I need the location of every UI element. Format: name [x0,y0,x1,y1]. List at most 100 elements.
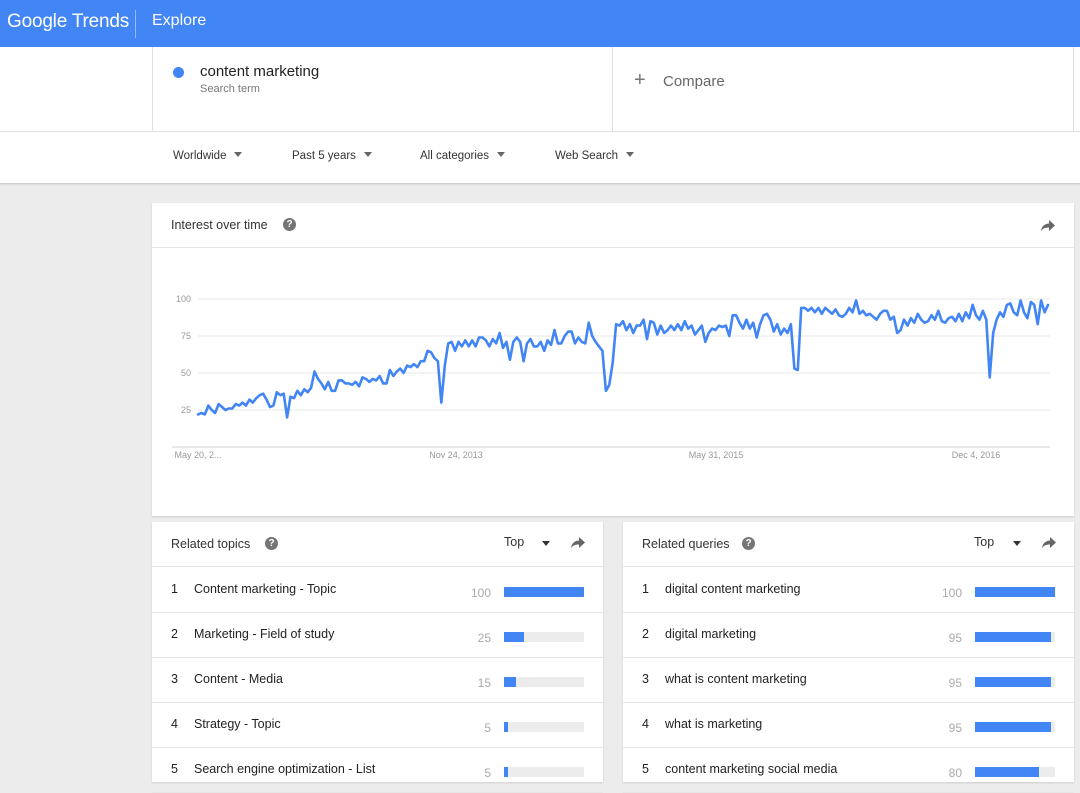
logo-trends-text: Trends [71,11,130,32]
filter-bar: Worldwide Past 5 years All categories We… [0,132,1080,184]
value-bar-fill [504,677,516,687]
list-item[interactable]: 5 Search engine optimization - List 5 [152,747,603,793]
google-trends-logo[interactable]: Google Trends [7,11,129,33]
list-item-value: 5 [484,766,491,780]
time-filter-label: Past 5 years [292,150,356,162]
value-bar-track [504,722,584,732]
time-filter-dropdown[interactable]: Past 5 years [292,150,372,162]
list-item-value: 80 [948,766,962,780]
help-icon[interactable]: ? [283,218,296,231]
list-item-label[interactable]: Search engine optimization - List [194,762,375,776]
list-item[interactable]: 1 Content marketing - Topic 100 [152,567,603,613]
value-bar-track [504,767,584,777]
list-item-rank: 1 [642,582,649,596]
list-item-label[interactable]: Content - Media [194,672,283,686]
search-term-sublabel: Search term [200,83,260,95]
value-bar-track [975,722,1055,732]
region-filter-dropdown[interactable]: Worldwide [173,150,243,162]
share-icon[interactable] [1040,219,1056,233]
list-item[interactable]: 4 Strategy - Topic 5 [152,702,603,748]
list-item-value: 95 [948,631,962,645]
dropdown-caret-icon [234,152,243,158]
chevron-down-icon[interactable] [1013,541,1021,546]
list-item-label[interactable]: Content marketing - Topic [194,582,336,596]
value-bar-fill [975,767,1039,777]
card-header: Related queries ? Top [623,522,1074,567]
value-bar-fill [975,677,1051,687]
dropdown-caret-icon [497,152,506,158]
series-line-content-marketing [196,299,1050,419]
list-item[interactable]: 4 what is marketing 95 [623,702,1074,748]
category-filter-label: All categories [420,150,490,162]
list-item-label[interactable]: content marketing social media [665,762,837,776]
compare-card[interactable]: + Compare [612,47,1074,131]
category-filter-dropdown[interactable]: All categories [420,150,506,162]
value-bar-track [975,587,1055,597]
list-item[interactable]: 5 content marketing social media 80 [623,747,1074,793]
list-item-label[interactable]: Marketing - Field of study [194,627,334,641]
list-item-value: 25 [477,631,491,645]
list-item[interactable]: 2 Marketing - Field of study 25 [152,612,603,658]
related-queries-title: Related queries [642,537,730,551]
sort-dropdown-label[interactable]: Top [974,535,994,549]
term-color-dot [173,67,184,78]
list-item-rank: 3 [642,672,649,686]
list-item-label[interactable]: Strategy - Topic [194,717,281,731]
list-item-value: 5 [484,721,491,735]
value-bar-track [504,632,584,642]
property-filter-dropdown[interactable]: Web Search [555,150,635,162]
share-icon[interactable] [1041,536,1057,550]
plus-icon: + [634,69,646,91]
help-icon[interactable]: ? [742,537,755,550]
list-item-label[interactable]: what is content marketing [665,672,807,686]
value-bar-track [504,677,584,687]
value-bar-fill [975,722,1051,732]
list-item-label[interactable]: digital content marketing [665,582,801,596]
chart-x-ticks: May 20, 2... Nov 24, 2013 May 31, 2015 Dec … [174,450,1000,460]
list-item-value: 15 [477,676,491,690]
interest-over-time-card: Interest over time ? 100 75 50 25 May 20, 2… [152,203,1074,516]
list-item-value: 95 [948,676,962,690]
list-item[interactable]: 3 Content - Media 15 [152,657,603,703]
logo-google-text: Google [7,11,68,32]
x-tick-label: Dec 4, 2016 [952,450,1001,460]
list-item-rank: 1 [171,582,178,596]
list-item-label[interactable]: digital marketing [665,627,756,641]
region-filter-label: Worldwide [173,150,227,162]
list-item-rank: 3 [171,672,178,686]
list-item[interactable]: 2 digital marketing 95 [623,612,1074,658]
top-app-bar: Google Trends Explore [0,0,1080,47]
search-terms-row: content marketing Search term + Compare [0,47,1080,132]
value-bar-fill [504,587,584,597]
list-item[interactable]: 3 what is content marketing 95 [623,657,1074,703]
y-tick-label: 25 [181,405,191,415]
related-topics-card: Related topics ? Top 1 Content marketing … [152,522,603,793]
card-header: Related topics ? Top [152,522,603,567]
list-item-rank: 4 [642,717,649,731]
value-bar-fill [504,767,508,777]
list-item-rank: 2 [171,627,178,641]
help-icon[interactable]: ? [265,537,278,550]
chevron-down-icon[interactable] [542,541,550,546]
value-bar-track [975,677,1055,687]
interest-line-chart[interactable]: 100 75 50 25 May 20, 2... Nov 24, 2013 May 31… [152,248,1074,516]
card-header: Interest over time ? [152,203,1074,248]
list-item-value: 95 [948,721,962,735]
dropdown-caret-icon [363,152,372,158]
nav-explore[interactable]: Explore [152,12,206,30]
list-item-rank: 4 [171,717,178,731]
search-term-input[interactable]: content marketing [200,63,319,80]
value-bar-track [975,767,1055,777]
list-item-label[interactable]: what is marketing [665,717,762,731]
list-item-value: 100 [470,586,491,600]
list-item[interactable]: 1 digital content marketing 100 [623,567,1074,613]
sort-dropdown-label[interactable]: Top [504,535,524,549]
value-bar-track [504,587,584,597]
header-divider [135,10,136,38]
list-item-rank: 5 [642,762,649,776]
compare-button[interactable]: Compare [663,73,725,90]
related-topics-title: Related topics [171,537,251,551]
share-icon[interactable] [570,536,586,550]
y-tick-label: 50 [181,368,191,378]
search-term-card[interactable]: content marketing Search term [152,47,613,131]
